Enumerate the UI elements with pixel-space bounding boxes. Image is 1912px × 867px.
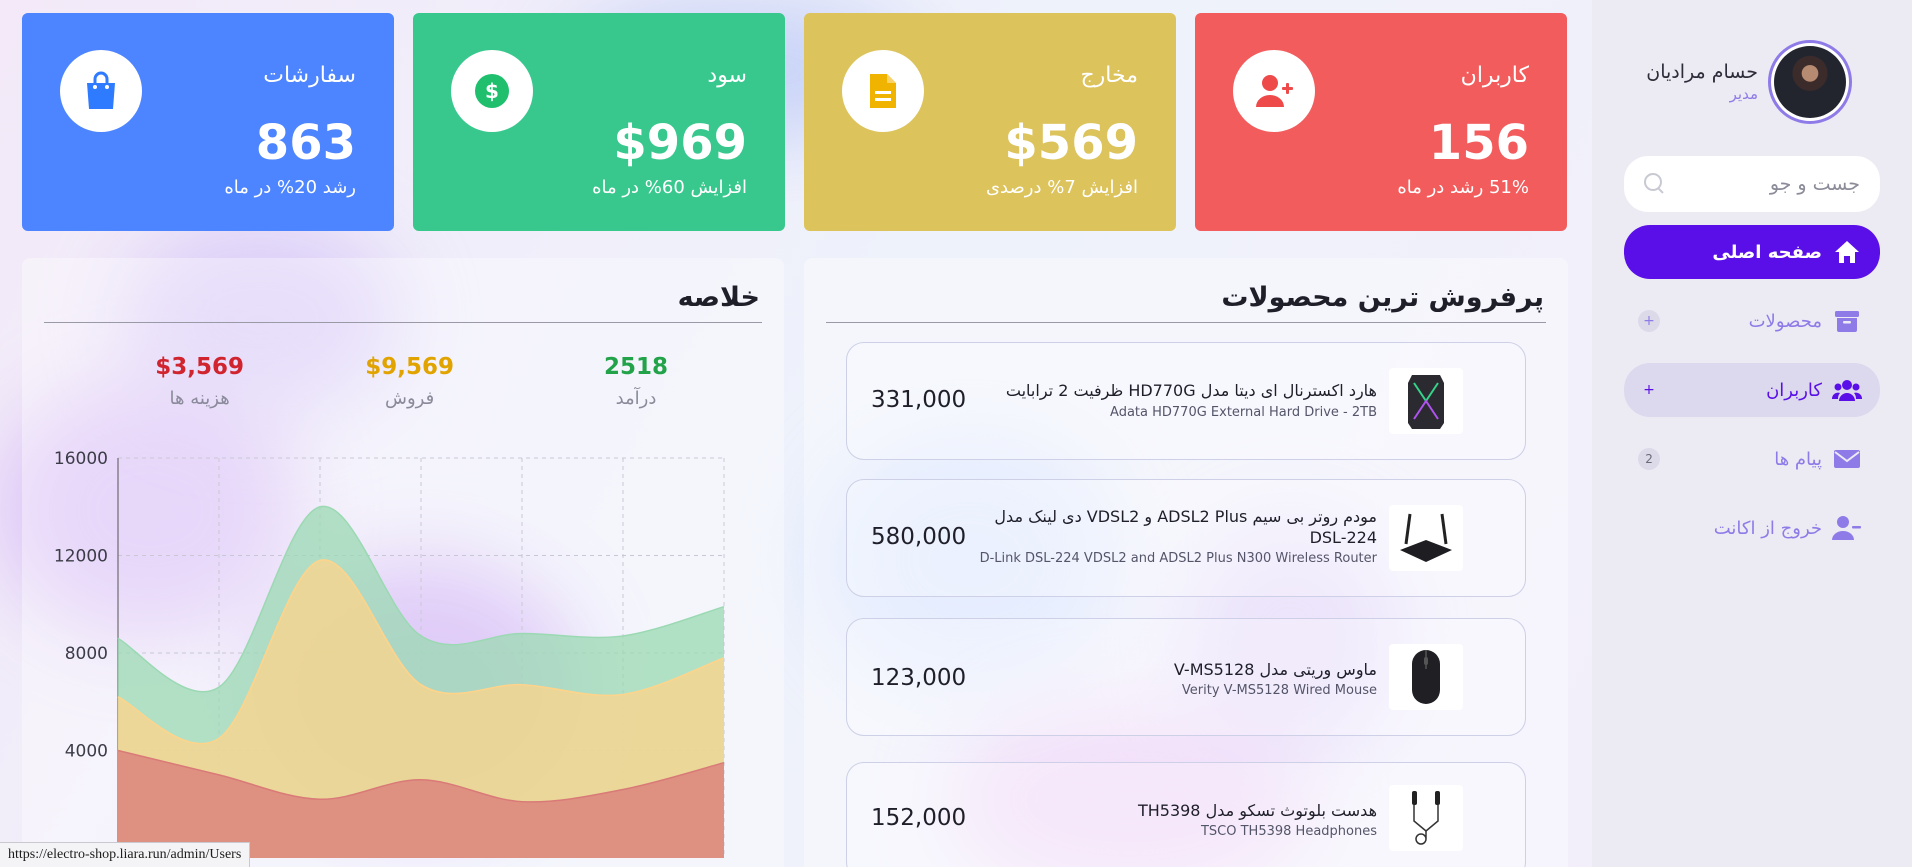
sidebar-item-products[interactable]: محصولات + — [1624, 294, 1880, 348]
profile-name: حسام مرادیان — [1646, 61, 1758, 83]
card-title: سفارشات — [263, 63, 356, 88]
product-item[interactable]: مودم روتر بی سیم ADSL2 Plus و VDSL2 دی ل… — [846, 479, 1526, 597]
profile-role: مدیر — [1729, 85, 1758, 103]
y-tick-label: 8000 — [65, 644, 108, 664]
product-name-en: D-Link DSL-224 VDSL2 and ADSL2 Plus N300… — [979, 551, 1377, 566]
expand-icon[interactable]: + — [1638, 310, 1660, 332]
product-price: 123,000 — [871, 665, 967, 691]
card-title: سود — [707, 63, 747, 88]
sidebar-item-label: محصولات — [1748, 310, 1822, 332]
card-subtitle: افزایش 7% درصدی — [985, 177, 1138, 198]
users-card[interactable]: کاربران 156 51% رشد در ماه — [1195, 13, 1567, 231]
card-title: کاربران — [1460, 63, 1529, 88]
card-subtitle: 51% رشد در ماه — [1397, 177, 1529, 198]
expand-icon[interactable]: + — [1638, 379, 1660, 401]
y-tick-label: 12000 — [54, 547, 108, 567]
search-icon[interactable] — [1644, 173, 1666, 195]
orders-card[interactable]: سفارشات 863 رشد 20% در ماه — [22, 13, 394, 231]
card-value: 156 — [1428, 115, 1529, 171]
product-item[interactable]: هدست بلوتوث تسکو مدل TH5398 TSCO TH5398 … — [846, 762, 1526, 867]
sidebar-item-messages[interactable]: پیام ها 2 — [1624, 432, 1880, 486]
sidebar-item-users[interactable]: کاربران + — [1624, 363, 1880, 417]
sidebar-item-label: صفحه اصلی — [1712, 241, 1822, 263]
summary-panel: خلاصه 2518 درآمد $9,569 فروش $3,569 هزین… — [22, 258, 784, 867]
sidebar-item-label: پیام ها — [1774, 448, 1822, 470]
bestsellers-panel: پرفروش ترین محصولات هارد اکسترنال ای دیت… — [804, 258, 1568, 867]
sidebar: حسام مرادیان مدیر جست و جو صفحه اصلی محص… — [1592, 0, 1912, 867]
product-name-en: TSCO TH5398 Headphones — [1200, 824, 1377, 839]
earphones-icon — [1389, 785, 1463, 851]
sidebar-item-label: کاربران — [1766, 379, 1822, 401]
shopping-bag-icon — [60, 50, 142, 132]
product-price: 580,000 — [871, 524, 967, 550]
envelope-icon — [1832, 444, 1862, 474]
search-input[interactable]: جست و جو — [1624, 156, 1880, 212]
card-value: $569 — [1004, 115, 1138, 171]
dollar-icon: $ — [451, 50, 533, 132]
document-icon — [842, 50, 924, 132]
y-tick-label: 16000 — [54, 449, 108, 469]
card-subtitle: افزایش 60% در ماه — [592, 177, 747, 198]
sidebar-item-logout[interactable]: خروج از اکانت — [1624, 501, 1880, 555]
product-price: 331,000 — [871, 387, 967, 413]
status-url: https://electro-shop.liara.run/admin/Use… — [0, 842, 251, 867]
card-title: مخارج — [1080, 63, 1138, 88]
product-item[interactable]: هارد اکسترنال ای دیتا مدل HD770G ظرفیت 2… — [846, 342, 1526, 460]
mouse-icon — [1389, 644, 1463, 710]
product-name: ماوس وریتی مدل V-MS5128 — [1173, 660, 1377, 679]
router-icon — [1389, 505, 1463, 571]
svg-text:$: $ — [485, 79, 499, 103]
expenses-card[interactable]: مخارج $569 افزایش 7% درصدی — [804, 13, 1176, 231]
divider — [826, 322, 1546, 323]
product-item[interactable]: ماوس وریتی مدل V-MS5128 Verity V-MS5128 … — [846, 618, 1526, 736]
sidebar-item-label: خروج از اکانت — [1713, 517, 1822, 539]
sidebar-nav: صفحه اصلی محصولات + کاربران + پیام ها 2 … — [1624, 225, 1880, 570]
product-name: هارد اکسترنال ای دیتا مدل HD770G ظرفیت 2… — [1005, 381, 1377, 400]
card-value: 863 — [255, 115, 356, 171]
user-plus-icon — [1233, 50, 1315, 132]
product-name: هدست بلوتوث تسکو مدل TH5398 — [1137, 801, 1377, 820]
avatar[interactable] — [1768, 40, 1852, 124]
product-name: مودم روتر بی سیم ADSL2 Plus و VDSL2 دی ل… — [994, 507, 1377, 547]
sidebar-item-home[interactable]: صفحه اصلی — [1624, 225, 1880, 279]
card-value: $969 — [613, 115, 747, 171]
hard-drive-icon — [1389, 368, 1463, 434]
card-subtitle: رشد 20% در ماه — [224, 177, 356, 198]
product-price: 152,000 — [871, 805, 967, 831]
product-name-en: Adata HD770G External Hard Drive - 2TB — [1110, 405, 1377, 420]
profile: حسام مرادیان مدیر — [1646, 40, 1852, 124]
users-icon — [1832, 375, 1862, 405]
archive-icon — [1832, 306, 1862, 336]
summary-chart: 4000 8000 12000 16000 — [54, 449, 725, 858]
messages-count-badge: 2 — [1638, 448, 1660, 470]
user-minus-icon — [1832, 513, 1862, 543]
y-tick-label: 4000 — [65, 742, 108, 762]
product-name-en: Verity V-MS5128 Wired Mouse — [1181, 683, 1377, 698]
search-placeholder: جست و جو — [1769, 173, 1860, 195]
bestsellers-title: پرفروش ترین محصولات — [1221, 282, 1544, 313]
profit-card[interactable]: سود $969 افزایش 60% در ماه $ — [413, 13, 785, 231]
home-icon — [1832, 237, 1862, 267]
